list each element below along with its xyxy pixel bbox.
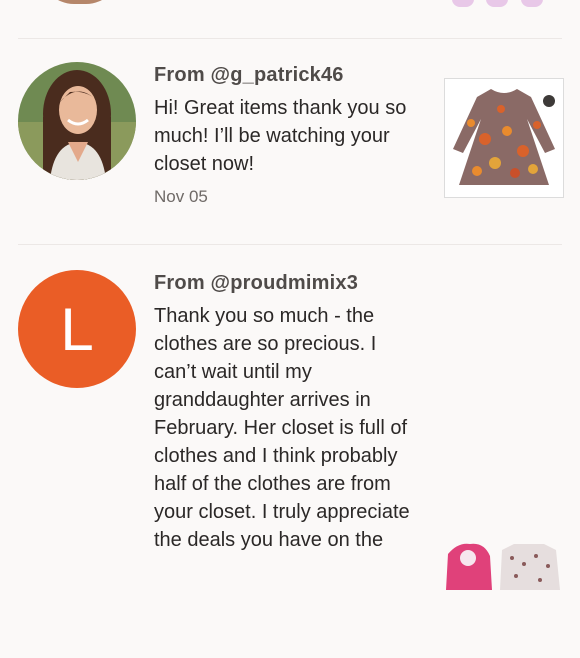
- previous-review-partial: [0, 0, 580, 10]
- listing-thumbnail[interactable]: [444, 540, 562, 658]
- dress-image: [445, 79, 563, 197]
- review-author[interactable]: From @g_patrick46: [154, 64, 344, 87]
- listing-thumbnail[interactable]: [444, 78, 564, 198]
- review-author[interactable]: From @proudmimix3: [154, 272, 358, 295]
- avatar-photo-image: [18, 62, 136, 180]
- previous-thumbnail-partial[interactable]: [452, 0, 556, 7]
- previous-avatar-partial[interactable]: [40, 0, 120, 4]
- user-avatar-letter[interactable]: L: [18, 270, 136, 388]
- review-message: Hi! Great items thank you so much! I’ll …: [154, 97, 407, 175]
- review-date: Nov 05: [154, 187, 208, 206]
- clothing-bundle-image: [446, 543, 560, 590]
- review-message: Thank you so much - the clothes are so p…: [154, 305, 410, 551]
- divider: [18, 244, 562, 245]
- divider: [18, 38, 562, 39]
- user-avatar-photo[interactable]: [18, 62, 136, 180]
